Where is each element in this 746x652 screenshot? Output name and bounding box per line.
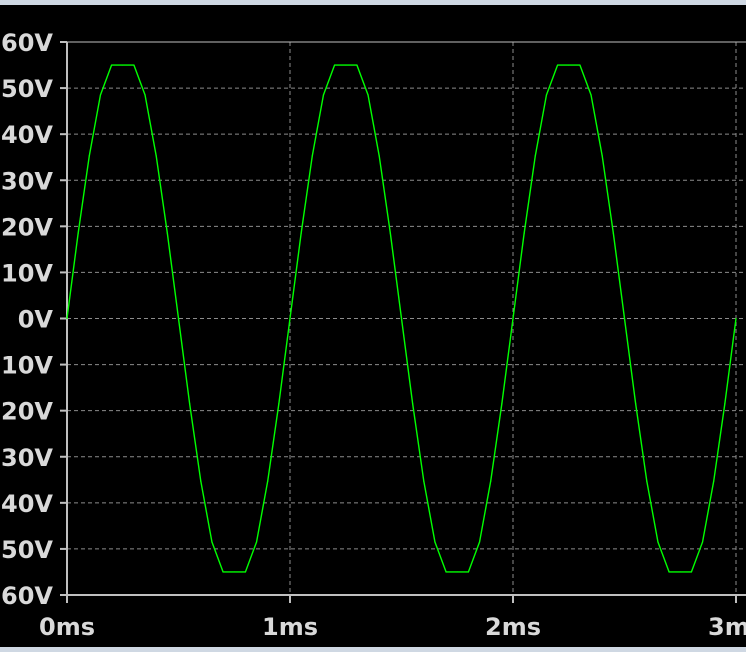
data-point	[534, 155, 536, 157]
data-point	[635, 403, 637, 405]
data-point	[701, 541, 704, 543]
y-tick-label: -10V	[0, 352, 53, 380]
data-point	[467, 571, 469, 573]
data-point	[311, 155, 313, 157]
x-tick-label: 0ms	[39, 613, 95, 641]
data-point	[88, 155, 90, 157]
data-point	[322, 94, 325, 96]
y-tick-label: 30V	[1, 167, 53, 195]
data-point	[300, 232, 302, 234]
data-point	[612, 232, 614, 234]
data-point	[144, 94, 146, 96]
data-point	[423, 480, 425, 482]
data-point	[66, 317, 68, 320]
data-point	[334, 64, 336, 66]
y-tick-label: 60V	[1, 29, 53, 57]
y-tick-label: -30V	[0, 444, 53, 472]
data-point	[122, 64, 124, 66]
data-point	[345, 64, 347, 66]
waveform-chart[interactable]: 60V 50V 40V 30V 20V 10V 0V -10V -20V -30V -40V -50V…	[0, 5, 746, 647]
y-tick-label: 40V	[1, 121, 53, 149]
plot-frame: 60V 50V 40V 30V 20V 10V 0V -10V -20V -30V -40V -50V…	[0, 0, 746, 652]
data-point	[579, 64, 581, 66]
data-point	[400, 317, 403, 320]
data-point	[523, 232, 525, 234]
data-point	[77, 232, 79, 234]
data-point	[623, 317, 626, 320]
data-point	[501, 403, 503, 405]
data-point	[690, 571, 693, 573]
data-point	[244, 571, 246, 573]
data-point	[133, 64, 135, 66]
y-tick-label: 20V	[1, 213, 53, 241]
data-point	[111, 64, 113, 66]
grid	[67, 41, 746, 595]
data-point	[166, 232, 168, 234]
data-point	[289, 317, 291, 320]
y-tick-label: 50V	[1, 75, 53, 103]
y-tick-label: -20V	[0, 398, 53, 426]
y-tick-label: -60V	[0, 582, 53, 610]
data-point	[255, 541, 258, 543]
x-tick-label: 3ms	[708, 613, 746, 641]
data-point	[200, 480, 202, 482]
data-point	[434, 541, 436, 543]
data-point	[155, 155, 157, 157]
data-point	[557, 64, 559, 66]
y-tick-label: 0V	[18, 306, 54, 334]
data-point	[590, 94, 592, 96]
data-point	[378, 155, 380, 157]
data-point	[99, 94, 102, 96]
data-point	[267, 480, 269, 482]
data-point	[679, 571, 681, 573]
axes	[60, 41, 746, 603]
data-point	[412, 403, 414, 405]
y-tick-label: 10V	[1, 259, 53, 287]
data-point	[735, 317, 737, 320]
data-point	[278, 403, 280, 405]
data-point	[713, 480, 715, 482]
x-tick-label: 1ms	[262, 613, 318, 641]
data-point	[601, 155, 603, 157]
x-tick-label: 2ms	[485, 613, 541, 641]
data-point	[724, 403, 726, 405]
data-point	[211, 541, 213, 543]
data-point	[189, 403, 191, 405]
data-point	[512, 317, 514, 320]
data-point	[445, 571, 447, 573]
data-point	[490, 480, 492, 482]
data-point	[367, 94, 369, 96]
y-tick-label: -40V	[0, 490, 53, 518]
data-point	[233, 571, 235, 573]
data-point	[356, 64, 358, 66]
data-point	[545, 94, 548, 96]
data-point	[389, 232, 391, 234]
data-point	[646, 480, 648, 482]
data-point	[668, 571, 670, 573]
y-tick-label: -50V	[0, 536, 53, 564]
data-point	[456, 571, 458, 573]
data-point	[478, 541, 481, 543]
data-point	[177, 317, 180, 320]
data-point	[222, 571, 224, 573]
data-point	[568, 64, 570, 66]
data-point	[657, 541, 659, 543]
